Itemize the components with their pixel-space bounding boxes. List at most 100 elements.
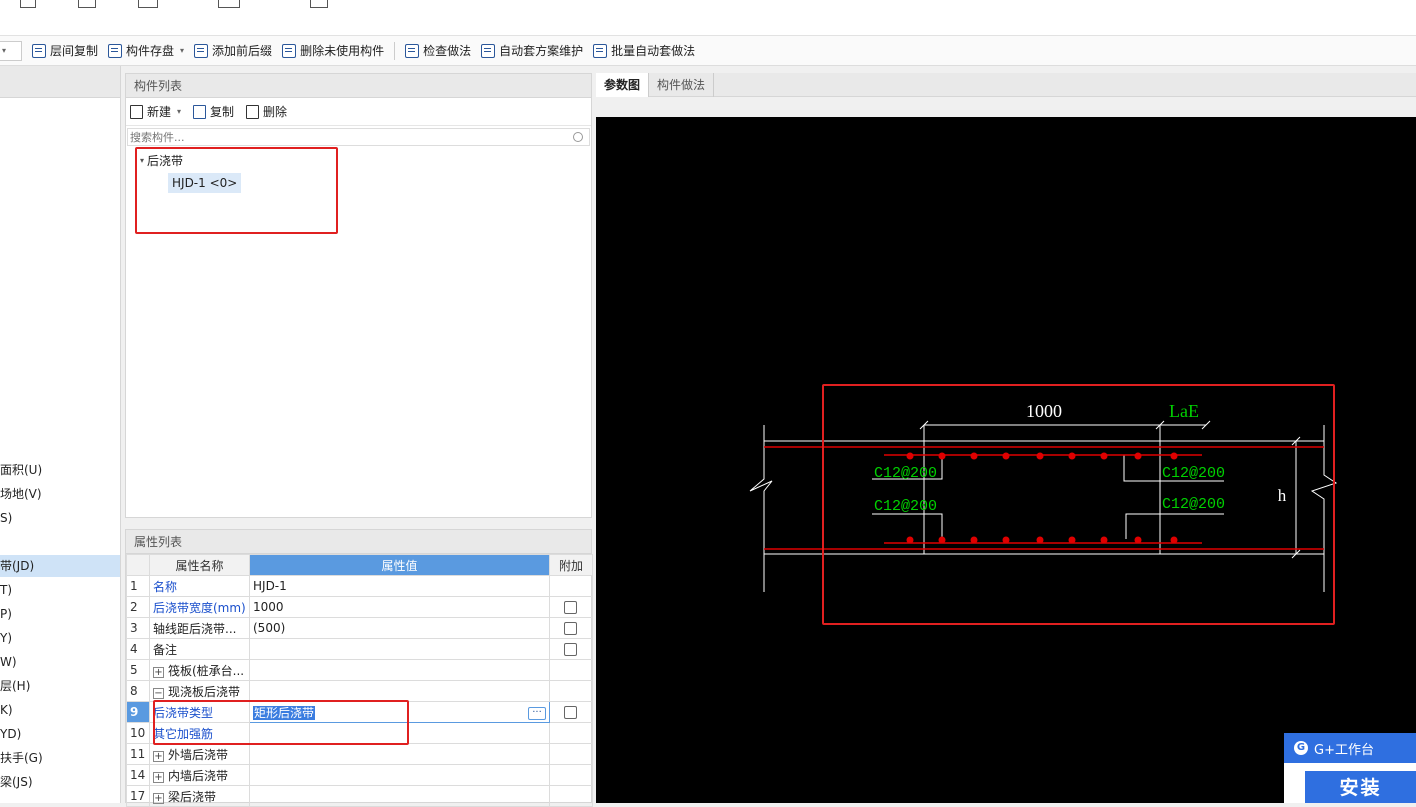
prop-name: 现浇板后浇带 xyxy=(168,684,241,699)
prop-extra xyxy=(549,575,593,597)
g-logo-icon: G xyxy=(1294,741,1308,755)
delete-button[interactable]: 删除 xyxy=(246,103,287,120)
delete-list-icon xyxy=(282,43,297,58)
nav-item-handrail[interactable]: 扶手(G) xyxy=(0,747,120,769)
row-number: 8 xyxy=(126,680,150,702)
nav-item-y[interactable]: Y) xyxy=(0,627,120,649)
nav-item-h[interactable]: 层(H) xyxy=(0,675,120,697)
nav-item-t[interactable]: T) xyxy=(0,579,120,601)
table-row[interactable]: 2 后浇带宽度(mm) 1000 xyxy=(126,596,593,618)
trash-icon xyxy=(246,104,260,119)
nav-item-w[interactable]: W) xyxy=(0,651,120,673)
prop-value[interactable]: HJD-1 xyxy=(249,575,550,597)
prop-name-group: − 现浇板后浇带 xyxy=(149,680,250,702)
expand-icon[interactable]: + xyxy=(153,666,164,678)
table-row[interactable]: 5 + 筏板(桩承台... xyxy=(126,659,593,681)
tag-icon xyxy=(194,43,209,58)
nav-item-p[interactable]: P) xyxy=(0,603,120,625)
save-icon xyxy=(108,43,123,58)
component-store-button[interactable]: 构件存盘 ▾ xyxy=(108,42,184,59)
new-label: 新建 xyxy=(147,105,172,119)
nav-item-yd[interactable]: YD) xyxy=(0,723,120,745)
install-button[interactable]: 安装 xyxy=(1305,771,1416,803)
view-tabs: 参数图 构件做法 xyxy=(596,73,1416,97)
tab-param-diagram[interactable]: 参数图 xyxy=(596,73,650,97)
search-input[interactable] xyxy=(128,129,573,145)
left-nav-header xyxy=(0,66,120,98)
row-number: 2 xyxy=(126,596,150,618)
expand-icon[interactable]: + xyxy=(153,792,164,804)
prop-name-group: + 内墙后浇带 xyxy=(149,764,250,786)
add-prefix-suffix-button[interactable]: 添加前后缀 xyxy=(194,42,272,59)
ribbon-icon-3[interactable] xyxy=(138,0,158,8)
prop-name: 名称 xyxy=(149,575,250,597)
table-row[interactable]: 8 − 现浇板后浇带 xyxy=(126,680,593,702)
table-row[interactable]: 11 + 外墙后浇带 xyxy=(126,743,593,765)
left-nav: 面积(U) 场地(V) S) 带(JD) T) P) Y) W) 层(H) K)… xyxy=(0,66,121,803)
delete-unused-label: 删除未使用构件 xyxy=(300,44,385,58)
prop-value[interactable]: (500) xyxy=(249,617,550,639)
g-workbench-header[interactable]: G G+工作台 xyxy=(1284,733,1416,763)
prop-name: 梁后浇带 xyxy=(168,789,217,804)
extra-checkbox[interactable] xyxy=(564,706,577,719)
extra-checkbox[interactable] xyxy=(564,601,577,614)
table-row[interactable]: 14 + 内墙后浇带 xyxy=(126,764,593,786)
chevron-down-icon: ▾ xyxy=(177,107,182,116)
collapse-icon[interactable]: − xyxy=(153,687,164,699)
component-list-panel: 构件列表 新建▾ 复制 删除 ▾ 后浇带 HJD-1 <0> xyxy=(125,73,592,518)
extra-checkbox[interactable] xyxy=(564,622,577,635)
prop-value[interactable]: 1000 xyxy=(249,596,550,618)
new-button[interactable]: 新建 ▾ xyxy=(130,103,181,120)
property-list-panel: 属性列表 属性名称 属性值 附加 1 名称 HJD-1 2 后浇带宽度(mm) … xyxy=(125,529,593,807)
component-store-label: 构件存盘 xyxy=(126,44,175,58)
nav-item-k[interactable]: K) xyxy=(0,699,120,721)
ribbon-icon-1[interactable] xyxy=(20,0,36,8)
scheme-icon xyxy=(481,43,496,58)
toolbar: ▾ 层间复制 构件存盘 ▾ 添加前后缀 删除未使用构件 检查做法 自动套方案维护 … xyxy=(0,36,1416,66)
auto-scheme-button[interactable]: 自动套方案维护 xyxy=(481,42,583,59)
copy-icon xyxy=(193,104,207,119)
row-number: 5 xyxy=(126,659,150,681)
highlight-box-diagram xyxy=(822,384,1335,625)
table-row[interactable]: 4 备注 xyxy=(126,638,593,660)
delete-unused-button[interactable]: 删除未使用构件 xyxy=(282,42,384,59)
layer-copy-label: 层间复制 xyxy=(50,44,99,58)
table-row[interactable]: 17 + 梁后浇带 xyxy=(126,785,593,807)
prop-name-group: + 外墙后浇带 xyxy=(149,743,250,765)
table-row[interactable]: 3 轴线距后浇带... (500) xyxy=(126,617,593,639)
ribbon-icon-2[interactable] xyxy=(78,0,96,8)
check-method-button[interactable]: 检查做法 xyxy=(405,42,471,59)
prop-value xyxy=(249,680,550,702)
row-num-header xyxy=(126,554,150,576)
ribbon-icon-5[interactable] xyxy=(310,0,328,8)
table-row[interactable]: 1 名称 HJD-1 xyxy=(126,575,593,597)
tab-component-method[interactable]: 构件做法 xyxy=(649,73,715,97)
extra-checkbox[interactable] xyxy=(564,643,577,656)
new-file-icon xyxy=(130,104,143,119)
check-method-label: 检查做法 xyxy=(423,44,472,58)
floor-dropdown[interactable]: ▾ xyxy=(0,40,22,61)
nav-item-s[interactable]: S) xyxy=(0,507,120,529)
prop-name: 备注 xyxy=(149,638,250,660)
prop-value xyxy=(249,659,550,681)
prop-name: 筏板(桩承台... xyxy=(168,663,245,678)
expand-icon[interactable]: + xyxy=(153,750,164,762)
search-icon[interactable] xyxy=(573,132,583,142)
chevron-down-icon: ▾ xyxy=(2,45,7,55)
expand-icon[interactable]: + xyxy=(153,771,164,783)
prop-value xyxy=(249,764,550,786)
nav-item-area[interactable]: 面积(U) xyxy=(0,459,120,481)
nav-item-js[interactable]: 梁(JS) xyxy=(0,771,120,793)
batch-auto-button[interactable]: 批量自动套做法 xyxy=(593,42,695,59)
more-options-icon[interactable]: ··· xyxy=(528,706,546,720)
nav-item-post-pour-strip[interactable]: 带(JD) xyxy=(0,555,120,577)
prop-value[interactable] xyxy=(249,638,550,660)
prop-extra xyxy=(549,701,593,723)
prop-extra xyxy=(549,722,593,744)
copy-button[interactable]: 复制 xyxy=(193,103,234,120)
layer-copy-button[interactable]: 层间复制 xyxy=(32,42,98,59)
toolbar-divider xyxy=(394,41,396,60)
nav-item-site[interactable]: 场地(V) xyxy=(0,483,120,505)
ribbon-icon-4[interactable] xyxy=(218,0,240,8)
batch-auto-label: 批量自动套做法 xyxy=(611,44,696,58)
